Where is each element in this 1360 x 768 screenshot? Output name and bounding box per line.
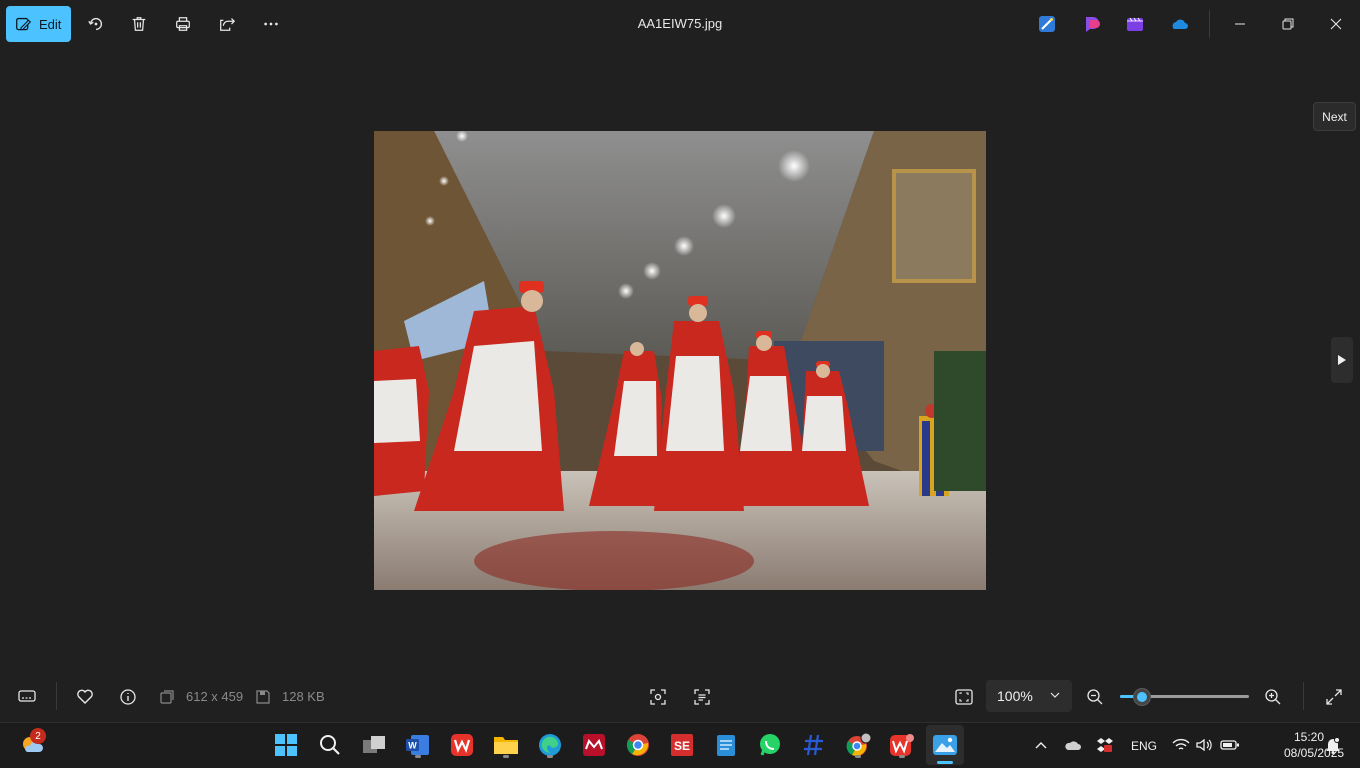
favorite-heart-icon[interactable]: [74, 686, 96, 708]
more-options-icon[interactable]: [259, 12, 283, 36]
input-language[interactable]: ENG: [1131, 739, 1157, 753]
delete-icon[interactable]: [127, 12, 151, 36]
bottom-divider: [56, 682, 57, 710]
zoom-level-value: 100%: [997, 688, 1033, 704]
show-hidden-icons-chevron-up-icon[interactable]: [1030, 731, 1052, 759]
notifications-bell-icon[interactable]: [1321, 731, 1345, 759]
wps-icon[interactable]: [448, 731, 476, 759]
file-title: AA1EIW75.jpg: [637, 16, 723, 31]
zoom-level-dropdown[interactable]: 100%: [986, 680, 1072, 712]
wps-office-icon[interactable]: [888, 731, 916, 759]
restore-icon: [1282, 18, 1294, 30]
task-view-icon[interactable]: [360, 731, 388, 759]
taskbar-clock[interactable]: 15:20 08/05/2025: [1284, 729, 1345, 761]
search-icon[interactable]: [316, 731, 344, 759]
svg-text:SE: SE: [674, 739, 690, 753]
edit-label: Edit: [39, 16, 62, 32]
image-size-icon: [158, 686, 176, 708]
edit-image-icon: [16, 17, 32, 30]
clock-date: 08/05/2025: [1284, 746, 1345, 760]
share-icon[interactable]: [215, 12, 239, 36]
clock-time: 15:20: [1293, 730, 1324, 744]
onedrive-tray-icon[interactable]: [1062, 731, 1084, 759]
copilot-designer-icon[interactable]: [1082, 14, 1102, 34]
zoom-out-icon[interactable]: [1084, 686, 1106, 708]
onedrive-icon[interactable]: [1169, 14, 1189, 34]
running-indicator: [415, 755, 421, 758]
minimize-button[interactable]: [1228, 12, 1252, 36]
scientific-editor-icon[interactable]: SE: [668, 731, 696, 759]
clipchamp-icon[interactable]: [1125, 14, 1145, 34]
running-indicator: [855, 755, 861, 758]
rotate-icon[interactable]: [84, 12, 108, 36]
photos-app-icon[interactable]: [926, 725, 964, 765]
fit-to-window-icon[interactable]: [953, 686, 975, 708]
chevron-down-icon: [1050, 692, 1060, 698]
whatsapp-icon[interactable]: [756, 731, 784, 759]
toolbar-divider: [1209, 10, 1210, 38]
file-info-icon[interactable]: [117, 686, 139, 708]
photo-view[interactable]: [374, 131, 986, 590]
active-indicator: [937, 761, 953, 764]
top-toolbar: Edit AA1EIW75.jpg: [0, 0, 1360, 48]
running-indicator: [503, 755, 509, 758]
zoom-in-icon[interactable]: [1262, 686, 1284, 708]
running-indicator: [547, 755, 553, 758]
close-icon: [1330, 18, 1342, 30]
weather-badge: 2: [30, 728, 46, 744]
edit-button[interactable]: Edit: [6, 6, 71, 42]
battery-icon[interactable]: [1219, 731, 1241, 759]
play-arrow-icon: [1338, 355, 1346, 365]
print-icon[interactable]: [171, 12, 195, 36]
windows-taskbar: 2 W SE ENG 15:20 08/05/2025: [0, 722, 1360, 768]
image-dimensions: 612 x 459: [186, 689, 244, 704]
save-disk-icon: [254, 686, 272, 708]
hashtag-app-icon[interactable]: [800, 731, 828, 759]
bottom-divider-right: [1303, 682, 1304, 710]
word-icon[interactable]: W: [404, 731, 432, 759]
restore-button[interactable]: [1276, 12, 1300, 36]
photos-app-window: Edit AA1EIW75.jpg Next 612 x 459 128 KB …: [0, 0, 1360, 722]
zoom-slider-thumb[interactable]: [1132, 688, 1151, 706]
mendeley-icon[interactable]: [580, 731, 608, 759]
scan-text-icon[interactable]: [691, 686, 713, 708]
visual-search-icon[interactable]: [647, 686, 669, 708]
volume-icon[interactable]: [1193, 731, 1215, 759]
full-screen-icon[interactable]: [1323, 686, 1345, 708]
svg-text:W: W: [408, 741, 417, 751]
running-indicator: [899, 755, 905, 758]
chrome-icon[interactable]: [624, 731, 652, 759]
designer-icon[interactable]: [1037, 14, 1057, 34]
filmstrip-icon[interactable]: [16, 686, 38, 708]
file-explorer-icon[interactable]: [492, 731, 520, 759]
tray-app-icon[interactable]: [1094, 731, 1116, 759]
edge-icon[interactable]: [536, 731, 564, 759]
displayed-photo: [374, 131, 986, 590]
close-button[interactable]: [1324, 12, 1348, 36]
wifi-icon[interactable]: [1170, 731, 1192, 759]
next-image-button[interactable]: [1331, 337, 1353, 383]
start-icon[interactable]: [272, 731, 300, 759]
minimize-icon: [1235, 23, 1245, 25]
bottom-bar: 612 x 459 128 KB 100%: [0, 672, 1360, 720]
notepad-icon[interactable]: [712, 731, 740, 759]
chrome-profile-icon[interactable]: [844, 731, 872, 759]
next-tooltip: Next: [1313, 102, 1356, 131]
file-size: 128 KB: [282, 689, 325, 704]
